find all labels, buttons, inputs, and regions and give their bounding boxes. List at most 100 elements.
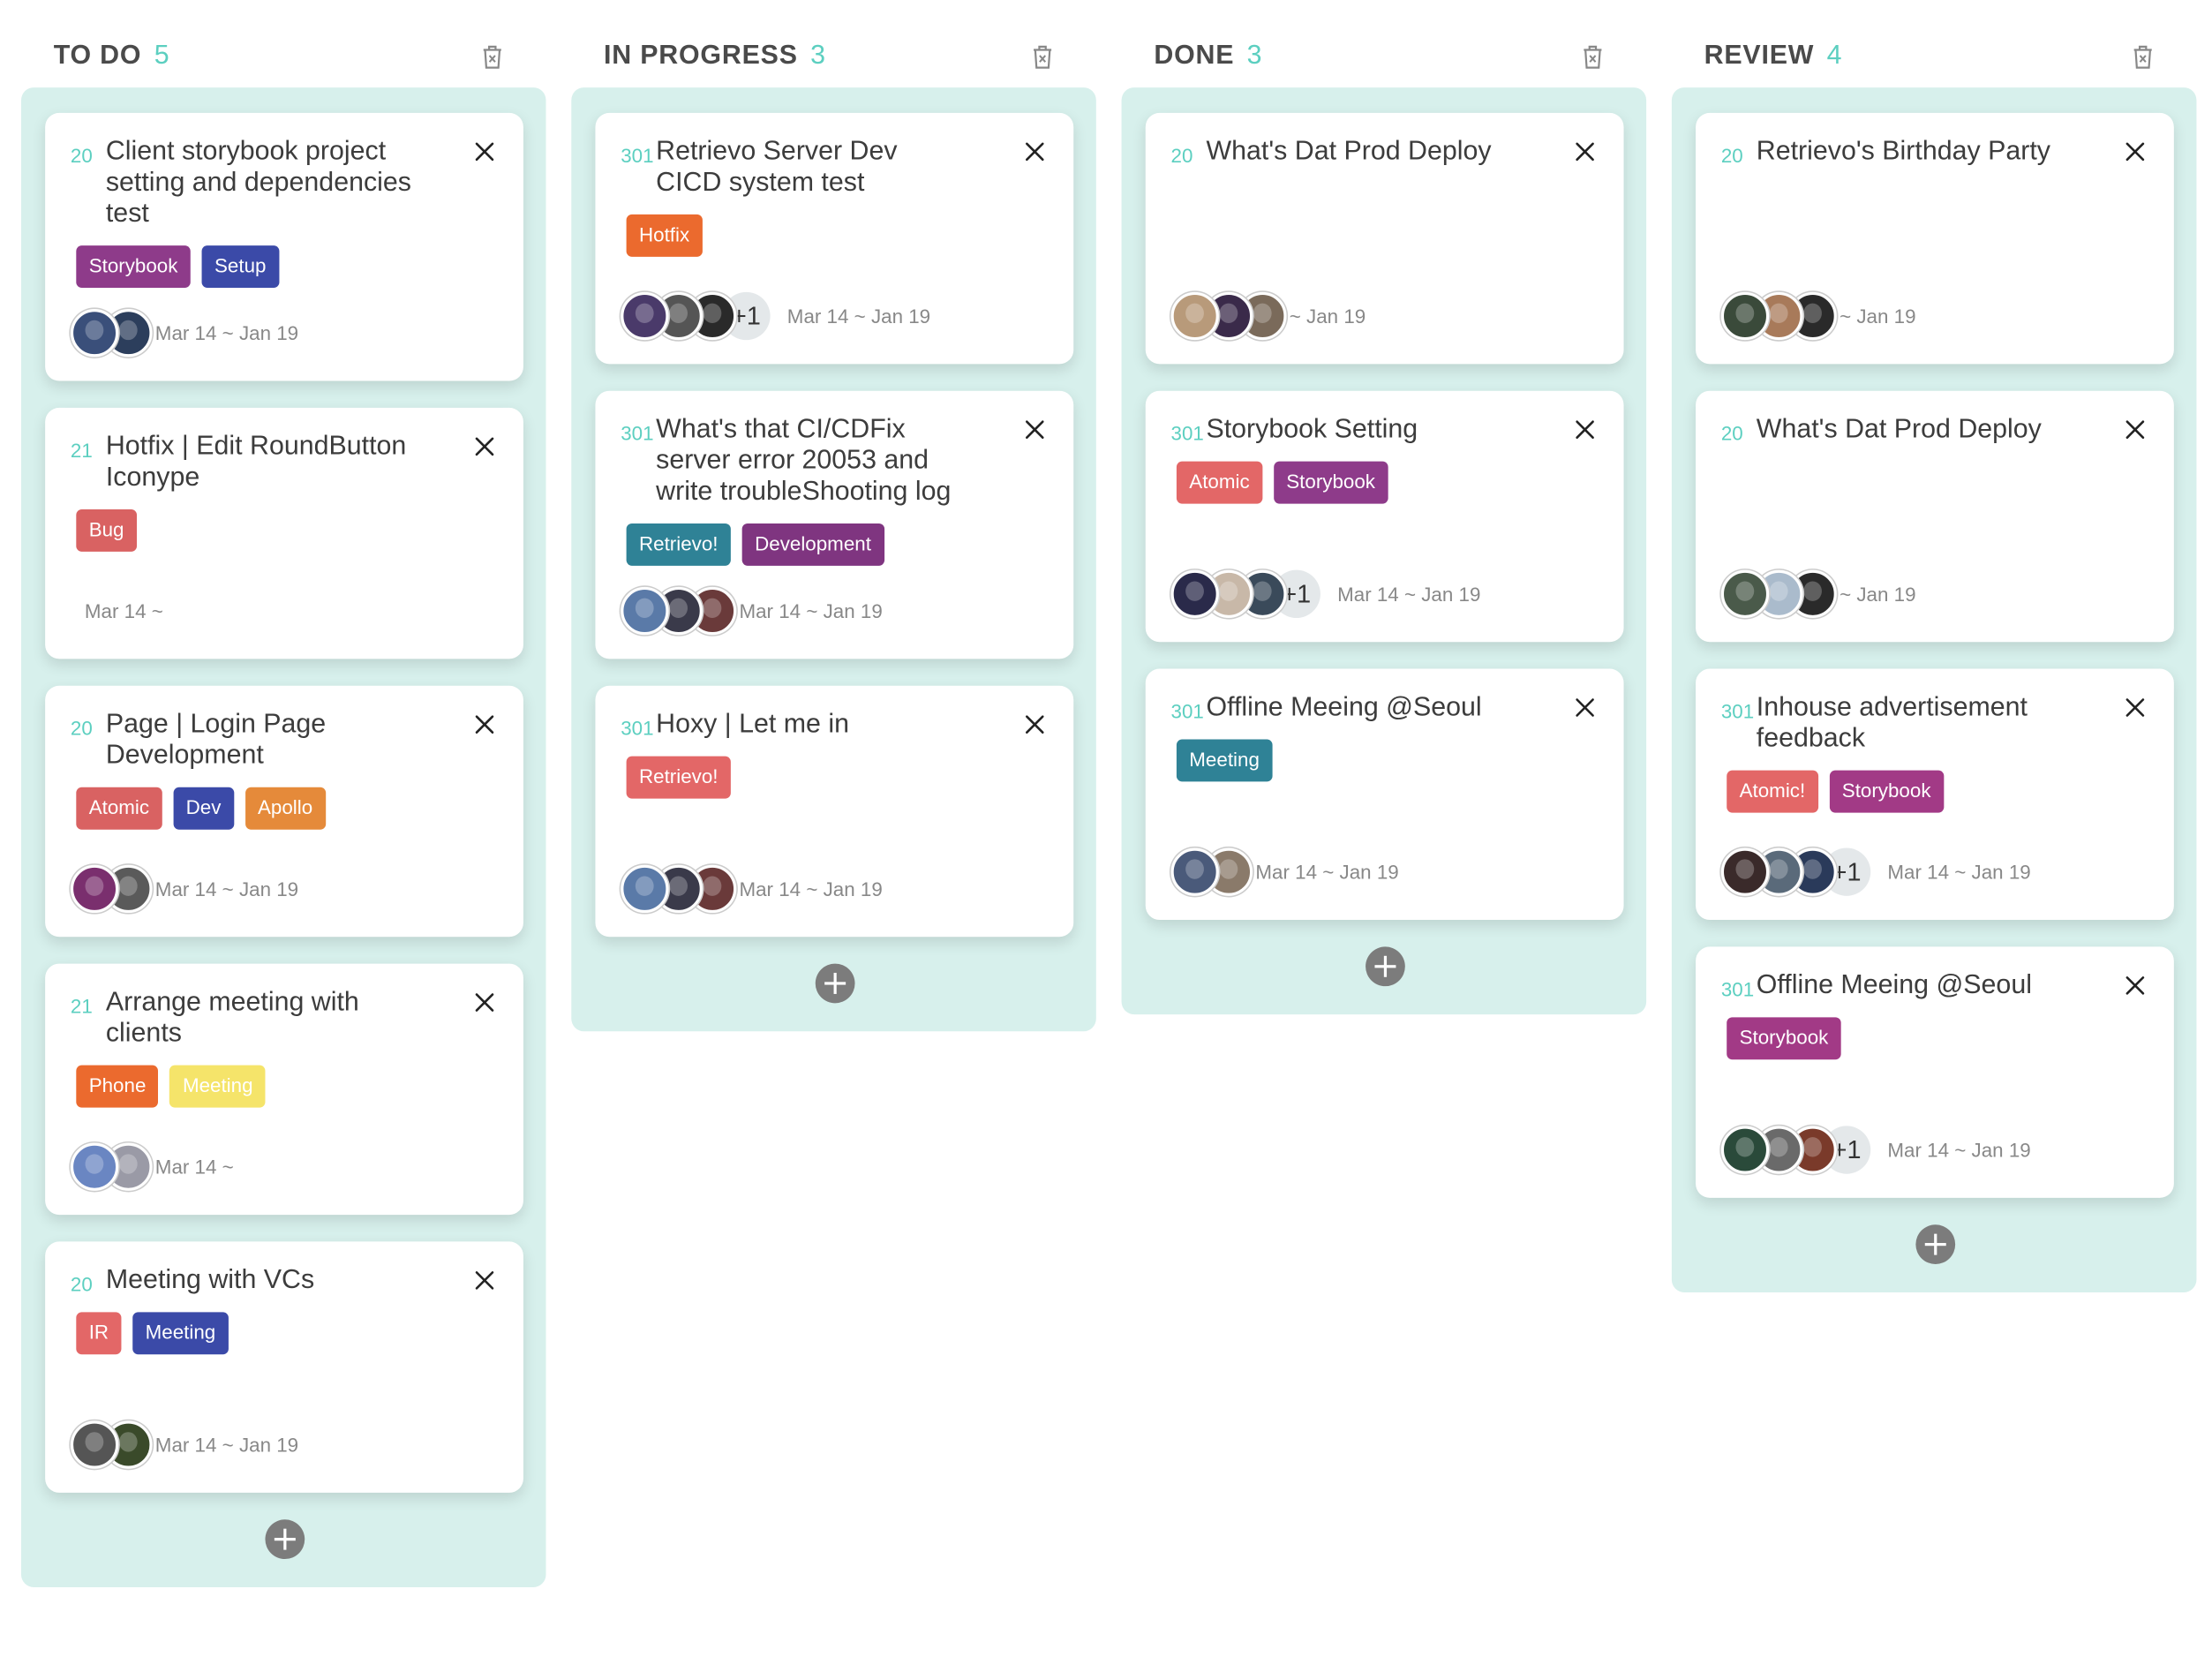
tag-badge[interactable]: Retrievo!: [626, 756, 731, 799]
tag-list: Atomic Storybook: [1171, 461, 1599, 504]
close-icon[interactable]: [1024, 419, 1045, 441]
tag-badge[interactable]: Hotfix: [626, 214, 703, 257]
close-icon[interactable]: [2125, 419, 2146, 441]
avatar[interactable]: [621, 291, 669, 341]
avatar[interactable]: [70, 864, 119, 914]
card-title: Retrievo Server Dev CICD system test: [656, 137, 898, 198]
card-dates: Mar 14 ~ Jan 19: [154, 1433, 299, 1457]
tag-list: [1721, 462, 2148, 504]
task-card[interactable]: 20 Client storybook project setting and d…: [45, 112, 523, 381]
close-icon[interactable]: [1575, 697, 1596, 719]
avatar[interactable]: [1720, 1126, 1770, 1174]
tag-badge[interactable]: Phone: [76, 1065, 159, 1108]
tag-badge[interactable]: Development: [741, 523, 884, 566]
avatar-group: +1: [621, 291, 771, 341]
tag-badge[interactable]: Meeting: [169, 1065, 266, 1108]
tag-badge[interactable]: Atomic: [1176, 461, 1263, 504]
trash-icon[interactable]: [1582, 44, 1605, 71]
card-footer: Mar 14 ~ Jan 19: [70, 307, 298, 358]
add-card-plus-icon[interactable]: [1365, 946, 1405, 987]
tag-badge[interactable]: Meeting: [132, 1312, 229, 1355]
task-card[interactable]: 20 What's Dat Prod Deploy ~ Jan 19: [1145, 112, 1624, 365]
avatar[interactable]: [1720, 291, 1770, 341]
avatar-face-icon: [1769, 581, 1788, 602]
tag-badge[interactable]: Storybook: [1727, 1017, 1841, 1060]
close-icon[interactable]: [1575, 419, 1596, 441]
task-card[interactable]: 301 Offline Meeing @Seoul Storybook +1 Mar 1…: [1696, 946, 2174, 1198]
card-dates: Mar 14 ~ Jan 19: [1337, 583, 1481, 606]
avatar[interactable]: [1170, 847, 1219, 896]
close-icon[interactable]: [474, 992, 495, 1013]
avatar[interactable]: [70, 1420, 119, 1469]
add-card-plus-icon[interactable]: [264, 1519, 305, 1560]
task-card[interactable]: 301 Hoxy | Let me in Retrievo! Mar 14 ~ Jan…: [595, 685, 1074, 938]
avatar-face-icon: [1185, 303, 1205, 324]
card-footer: Mar 14 ~ Jan 19: [1170, 847, 1399, 898]
tag-badge[interactable]: Retrievo!: [626, 523, 731, 566]
task-card[interactable]: 20 Meeting with VCs IR Meeting Mar 14 ~ Jan …: [45, 1241, 523, 1493]
task-card[interactable]: 20 Retrievo's Birthday Party ~ Jan 19: [1696, 112, 2174, 365]
trash-icon[interactable]: [2132, 44, 2155, 71]
task-card[interactable]: 301 What's that CI/CDFix server error 200…: [595, 390, 1074, 659]
tag-badge[interactable]: Dev: [173, 787, 234, 830]
tag-list: Storybook Setup: [71, 245, 498, 289]
card-number: 20: [70, 716, 93, 740]
tag-badge[interactable]: Setup: [201, 245, 279, 289]
close-icon[interactable]: [474, 141, 495, 162]
task-card[interactable]: 301 Offline Meeing @Seoul Meeting Mar 14 ~ …: [1145, 668, 1624, 921]
trash-icon[interactable]: [1031, 44, 1054, 71]
task-card[interactable]: 301 Inhouse advertisement feedback Atomic!…: [1696, 668, 2174, 921]
close-icon[interactable]: [474, 1269, 495, 1291]
close-icon[interactable]: [474, 714, 495, 735]
avatar-group: [70, 864, 153, 914]
close-icon[interactable]: [474, 436, 495, 457]
avatar-face-icon: [1253, 581, 1272, 602]
avatar[interactable]: [1720, 569, 1770, 619]
add-card-plus-icon[interactable]: [1915, 1224, 1955, 1264]
tag-badge[interactable]: Storybook: [1273, 461, 1388, 504]
trash-icon[interactable]: [481, 44, 504, 71]
tag-badge[interactable]: Atomic: [76, 787, 162, 830]
close-icon[interactable]: [2125, 697, 2146, 719]
task-card[interactable]: 301 Storybook Setting Atomic Storybook +1 Mar…: [1145, 390, 1624, 643]
task-card[interactable]: 20 Page | Login Page Development Atomic Dev…: [45, 685, 523, 938]
add-card-plus-icon[interactable]: [814, 963, 854, 1004]
task-card[interactable]: 21 Arrange meeting with clients Phone Meeti…: [45, 963, 523, 1216]
avatar-face-icon: [1219, 303, 1238, 324]
card-title: Storybook Setting: [1206, 414, 1418, 445]
task-card[interactable]: 20 What's Dat Prod Deploy ~ Jan 19: [1696, 390, 2174, 643]
avatar-face-icon: [1735, 1137, 1755, 1158]
avatar[interactable]: [1170, 569, 1219, 619]
close-icon[interactable]: [1575, 141, 1596, 162]
card-footer: Mar 14 ~: [85, 585, 163, 636]
tag-badge[interactable]: Atomic!: [1727, 770, 1818, 813]
column-header: REVIEW 4: [1672, 0, 2197, 87]
card-header: 21 Arrange meeting with clients: [71, 988, 498, 1050]
tag-badge[interactable]: Storybook: [76, 245, 191, 289]
task-card[interactable]: 21 Hotfix | Edit RoundButton Iconype Bug Ma…: [45, 407, 523, 659]
card-dates: Mar 14 ~ Jan 19: [1887, 860, 2031, 884]
task-card[interactable]: 301 Retrievo Server Dev CICD system test H…: [595, 112, 1074, 365]
avatar-face-icon: [1735, 581, 1755, 602]
avatar[interactable]: [70, 309, 119, 358]
avatar[interactable]: [621, 864, 669, 914]
tag-badge[interactable]: IR: [76, 1312, 122, 1355]
tag-badge[interactable]: Bug: [76, 508, 137, 552]
avatar[interactable]: [621, 586, 669, 636]
card-number: 21: [70, 439, 93, 462]
close-icon[interactable]: [2125, 975, 2146, 996]
close-icon[interactable]: [2125, 141, 2146, 162]
tag-list: Meeting: [1171, 739, 1599, 782]
close-icon[interactable]: [1024, 141, 1045, 162]
tag-list: Retrievo!: [621, 756, 1048, 799]
avatar[interactable]: [1720, 847, 1770, 896]
tag-badge[interactable]: Storybook: [1829, 770, 1944, 813]
column-title: IN PROGRESS: [604, 41, 798, 71]
close-icon[interactable]: [1024, 714, 1045, 735]
tag-badge[interactable]: Meeting: [1176, 739, 1273, 782]
column-0: TO DO 5 20 Client storybook project setting…: [20, 0, 546, 1587]
tag-badge[interactable]: Apollo: [245, 787, 326, 830]
avatar[interactable]: [1170, 291, 1219, 341]
avatar[interactable]: [70, 1142, 119, 1191]
column-body: 20 What's Dat Prod Deploy ~ Jan 19 301 Story…: [1121, 87, 1647, 1015]
